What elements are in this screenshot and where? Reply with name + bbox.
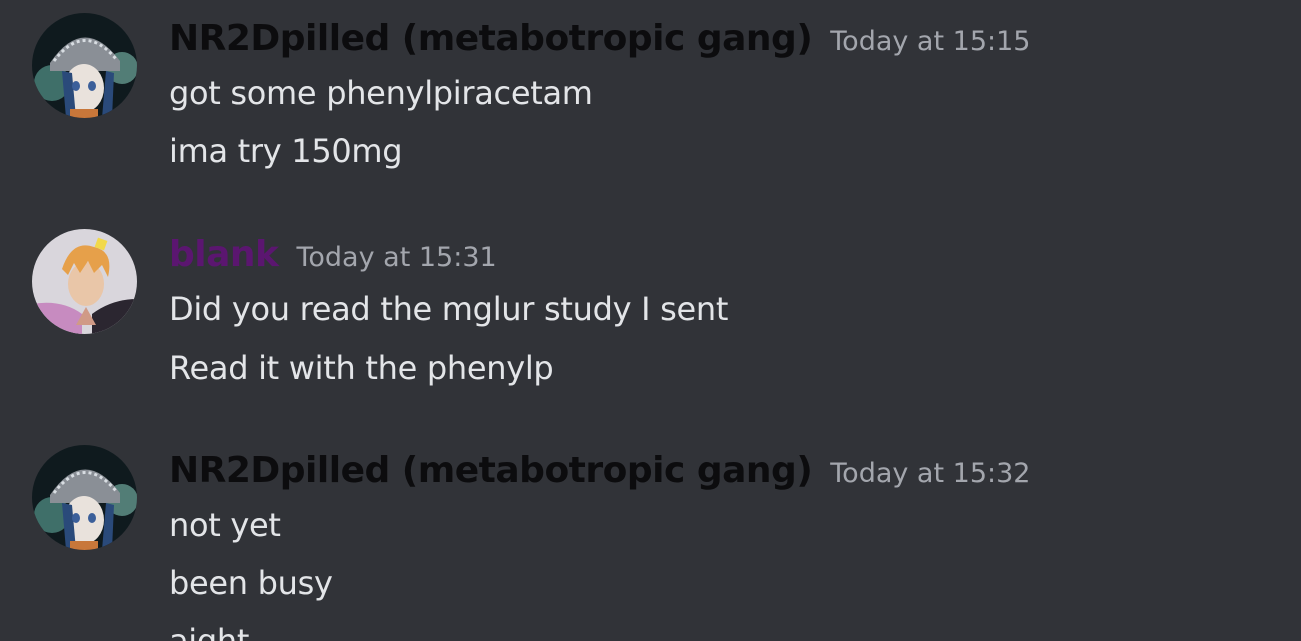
anime-avatar-helmet-icon xyxy=(32,13,137,118)
timestamp[interactable]: Today at 15:32 xyxy=(830,458,1030,489)
username[interactable]: NR2Dpilled (metabotropic gang) xyxy=(169,450,813,491)
timestamp[interactable]: Today at 15:15 xyxy=(830,26,1030,57)
message-header: NR2Dpilled (metabotropic gang) Today at 1… xyxy=(169,18,1030,59)
message-header: NR2Dpilled (metabotropic gang) Today at 1… xyxy=(169,450,1030,491)
username[interactable]: NR2Dpilled (metabotropic gang) xyxy=(169,18,813,59)
timestamp[interactable]: Today at 15:31 xyxy=(296,242,496,273)
anime-avatar-helmet-icon xyxy=(32,445,137,550)
message-text: aight xyxy=(169,622,250,641)
chat-messages-pane[interactable]: NR2Dpilled (metabotropic gang) Today at 1… xyxy=(0,0,1301,641)
message-text: been busy xyxy=(169,564,333,602)
message-text: Did you read the mglur study I sent xyxy=(169,290,729,328)
anime-avatar-blond-icon xyxy=(32,229,137,334)
avatar[interactable] xyxy=(32,229,137,334)
message-text: not yet xyxy=(169,506,281,544)
username[interactable]: blank xyxy=(169,234,279,275)
message-text: got some phenylpiracetam xyxy=(169,74,593,112)
message-header: blank Today at 15:31 xyxy=(169,234,497,275)
avatar[interactable] xyxy=(32,445,137,550)
avatar[interactable] xyxy=(32,13,137,118)
message-text: Read it with the phenylp xyxy=(169,349,554,387)
message-text: ima try 150mg xyxy=(169,132,403,170)
